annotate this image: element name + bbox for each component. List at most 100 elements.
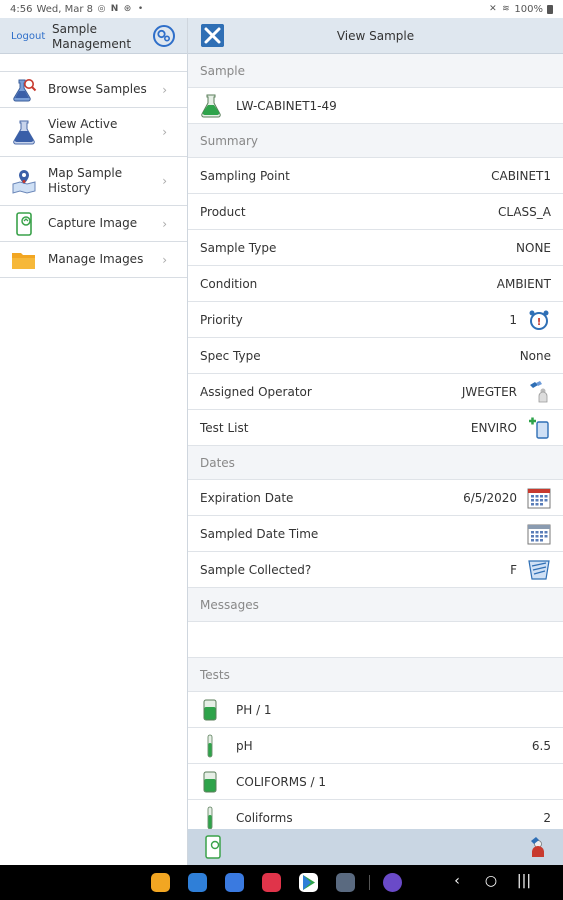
field-label: Assigned Operator bbox=[200, 384, 312, 399]
phone-camera-icon bbox=[16, 211, 32, 236]
recents-icon[interactable]: ||| bbox=[515, 873, 533, 889]
menu-item-map-sample-history[interactable]: Map Sample History › bbox=[0, 157, 187, 206]
date-row-sample-collected[interactable]: Sample Collected? F bbox=[188, 552, 563, 588]
field-label: Sampling Point bbox=[200, 168, 290, 183]
test-tube-icon bbox=[207, 734, 213, 757]
date-row-expiration[interactable]: Expiration Date 6/5/2020 bbox=[188, 480, 563, 516]
messages-empty bbox=[188, 622, 563, 658]
add-test-icon[interactable] bbox=[527, 416, 551, 440]
sample-id-row[interactable]: LW-CABINET1-49 bbox=[188, 88, 563, 124]
map-pin-icon bbox=[12, 170, 36, 194]
test-tube-icon bbox=[207, 806, 213, 829]
field-label: Condition bbox=[200, 276, 258, 291]
summary-row-product: Product CLASS_A bbox=[188, 194, 563, 230]
camera-app-icon[interactable] bbox=[262, 873, 281, 892]
menu-item-browse-samples[interactable]: Browse Samples › bbox=[0, 72, 187, 108]
field-value: AMBIENT bbox=[496, 276, 551, 291]
left-pane: Logout Sample Management Browse Samples … bbox=[0, 18, 188, 865]
status-date: Wed, Mar 8 bbox=[36, 3, 94, 15]
field-value: 6/5/2020 bbox=[463, 490, 517, 505]
calendar-app-icon[interactable] bbox=[188, 873, 207, 892]
test-row[interactable]: PH / 1 bbox=[188, 692, 563, 728]
field-label: Priority bbox=[200, 312, 243, 327]
detail-header: View Sample bbox=[188, 18, 563, 54]
menu-label: Map Sample History bbox=[48, 166, 123, 195]
logout-link[interactable]: Logout bbox=[11, 31, 45, 42]
field-value: CABINET1 bbox=[491, 168, 551, 183]
battery-icon bbox=[547, 4, 553, 14]
field-label: Test List bbox=[200, 420, 249, 435]
settings-icon[interactable] bbox=[152, 24, 176, 48]
app-title: Sample Management bbox=[52, 22, 132, 51]
home-icon[interactable]: ○ bbox=[482, 873, 500, 889]
play-store-icon[interactable] bbox=[299, 873, 318, 892]
menu-item-capture-image[interactable]: Capture Image › bbox=[0, 206, 187, 242]
test-row[interactable]: pH 6.5 bbox=[188, 728, 563, 764]
menu-item-manage-images[interactable]: Manage Images › bbox=[0, 242, 187, 278]
sample-id: LW-CABINET1-49 bbox=[236, 98, 337, 113]
field-label: Expiration Date bbox=[200, 490, 294, 505]
chevron-right-icon: › bbox=[162, 252, 167, 267]
back-icon[interactable]: ‹ bbox=[448, 873, 466, 889]
section-header-tests: Tests bbox=[188, 658, 563, 692]
sync-icon: ⊛ bbox=[123, 3, 132, 14]
field-value: NONE bbox=[516, 240, 551, 255]
calendar-icon[interactable] bbox=[527, 522, 551, 546]
date-row-sampled-date-time[interactable]: Sampled Date Time bbox=[188, 516, 563, 552]
beaker-icon bbox=[203, 699, 217, 720]
files-app-icon[interactable] bbox=[151, 873, 170, 892]
alarm-clock-icon[interactable]: ! bbox=[527, 308, 551, 332]
summary-row-test-list[interactable]: Test List ENVIRO bbox=[188, 410, 563, 446]
test-label: COLIFORMS / 1 bbox=[236, 774, 327, 789]
wifi-icon: ≋ bbox=[502, 3, 510, 14]
capture-image-icon[interactable] bbox=[203, 835, 223, 859]
battery-level: 100% bbox=[514, 3, 543, 15]
test-row[interactable]: COLIFORMS / 1 bbox=[188, 764, 563, 800]
menu-spacer bbox=[0, 54, 187, 72]
operator-assign-icon[interactable] bbox=[528, 835, 550, 859]
collect-sample-icon[interactable] bbox=[527, 558, 551, 582]
field-value: None bbox=[519, 348, 551, 363]
field-value: CLASS_A bbox=[498, 204, 551, 219]
section-header-messages: Messages bbox=[188, 588, 563, 622]
summary-row-sample-type: Sample Type NONE bbox=[188, 230, 563, 266]
folder-icon bbox=[12, 252, 35, 269]
right-pane: View Sample Sample LW-CABINET1-49 Summar… bbox=[188, 18, 563, 865]
chevron-right-icon: › bbox=[162, 216, 167, 231]
chevron-right-icon: › bbox=[162, 125, 167, 139]
field-label: Spec Type bbox=[200, 348, 261, 363]
test-label: Coliforms bbox=[236, 810, 293, 825]
n-icon: N bbox=[110, 3, 119, 14]
page-title: View Sample bbox=[336, 29, 415, 43]
messages-app-icon[interactable] bbox=[225, 873, 244, 892]
field-value: 1 bbox=[509, 312, 517, 327]
chevron-right-icon: › bbox=[162, 174, 167, 188]
field-value: ENVIRO bbox=[470, 420, 517, 435]
menu-label: Capture Image bbox=[48, 216, 138, 230]
beaker-icon bbox=[203, 771, 217, 792]
menu-label: Browse Samples bbox=[48, 82, 147, 96]
status-time: 4:56 bbox=[10, 3, 33, 15]
flask-icon bbox=[201, 94, 221, 117]
apps-grid-icon[interactable] bbox=[336, 873, 355, 892]
mute-icon: ✕ bbox=[489, 3, 497, 14]
summary-row-assigned-operator[interactable]: Assigned Operator JWEGTER bbox=[188, 374, 563, 410]
operator-icon[interactable] bbox=[527, 380, 551, 404]
status-bar: 4:56 Wed, Mar 8 ◎ N ⊛ • ✕ ≋ 100% bbox=[0, 0, 563, 18]
summary-row-priority[interactable]: Priority 1 ! bbox=[188, 302, 563, 338]
field-label: Sample Type bbox=[200, 240, 277, 255]
test-label: pH bbox=[236, 738, 253, 753]
test-label: PH / 1 bbox=[236, 702, 272, 717]
summary-row-spec-type: Spec Type None bbox=[188, 338, 563, 374]
calendar-icon[interactable] bbox=[527, 486, 551, 510]
test-value: 6.5 bbox=[531, 738, 551, 753]
flask-search-icon bbox=[13, 78, 37, 101]
recent-app-icon[interactable] bbox=[383, 873, 402, 892]
field-label: Sampled Date Time bbox=[200, 526, 319, 541]
test-value: 2 bbox=[543, 810, 551, 825]
menu-item-view-active-sample[interactable]: View Active Sample › bbox=[0, 108, 187, 157]
notification-icon: ◎ bbox=[97, 3, 106, 14]
field-value: F bbox=[510, 562, 517, 577]
flask-icon bbox=[13, 120, 35, 145]
left-header: Logout Sample Management bbox=[0, 18, 187, 54]
